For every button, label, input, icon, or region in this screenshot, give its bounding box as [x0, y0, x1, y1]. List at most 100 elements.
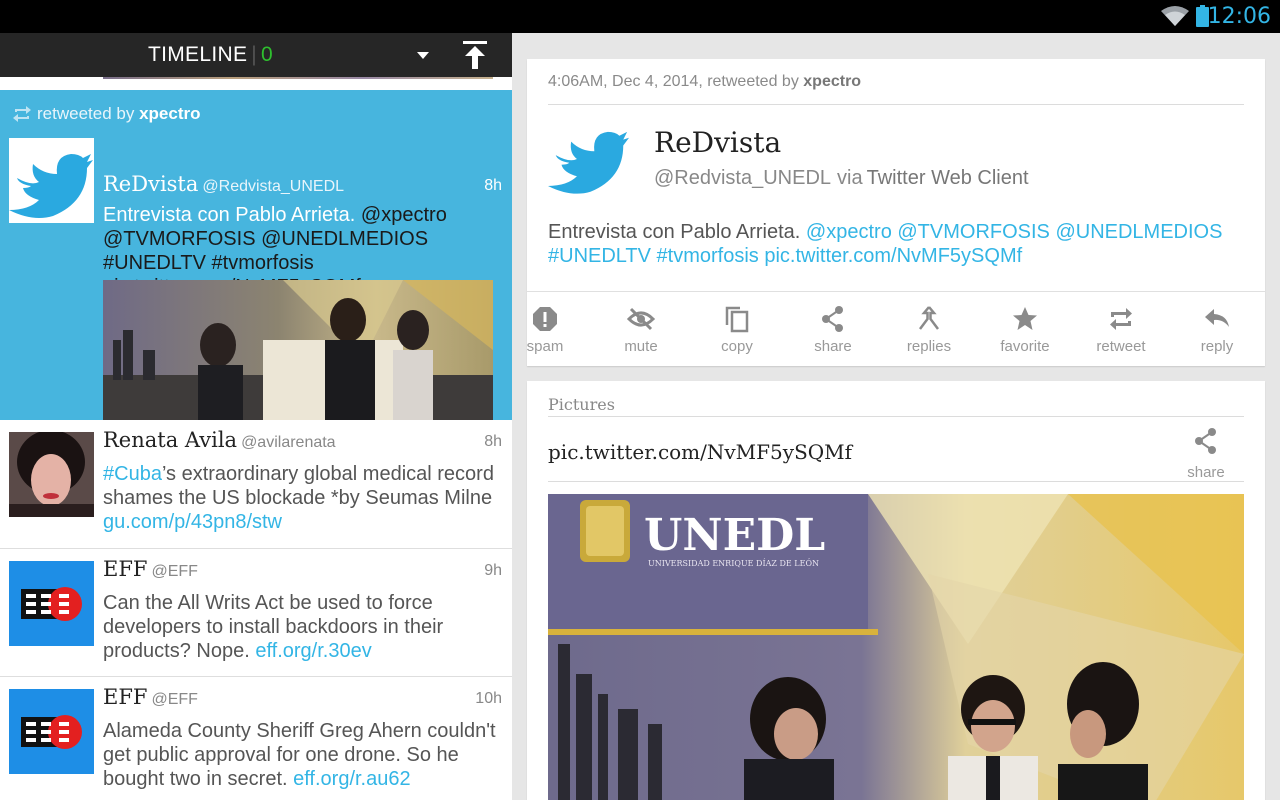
detail-avatar[interactable] [548, 115, 630, 200]
mute-label: mute [624, 338, 658, 355]
eff-logo-icon [9, 689, 94, 774]
copy-button[interactable]: copy [689, 292, 785, 367]
via-label: via [837, 167, 863, 189]
tweet-meta-retweeter[interactable]: xpectro [803, 73, 861, 90]
reply-button[interactable]: reply [1169, 292, 1265, 367]
twitter-bird-icon [548, 116, 630, 199]
mute-button[interactable]: mute [593, 292, 689, 367]
previous-tweet-image-edge [103, 77, 493, 79]
tweet-text-plain: ’s extraordinary global medical record s… [103, 463, 494, 509]
tweet-author[interactable]: EFF @EFF [103, 557, 198, 581]
tweet-detail-card: 4:06AM, Dec 4, 2014, retweeted by xpectr… [527, 59, 1265, 366]
replies-icon [919, 306, 939, 330]
picture-share-button[interactable]: share [1186, 427, 1226, 481]
interview-photo [103, 280, 493, 440]
share-button[interactable]: share [785, 292, 881, 367]
replies-label: replies [906, 338, 952, 355]
picture-link[interactable]: pic.twitter.com/NvMF5ySQMf [548, 440, 852, 464]
favorite-button[interactable]: favorite [977, 292, 1073, 367]
wifi-icon [1161, 6, 1189, 26]
tweet-author-name: ReDvista [103, 172, 199, 196]
share-icon [1195, 428, 1216, 454]
tweet-url-link[interactable]: eff.org/r.au62 [293, 768, 411, 790]
tweet-author-name: EFF [103, 685, 148, 709]
star-icon [1013, 307, 1037, 330]
tweet-url-link[interactable]: eff.org/r.30ev [255, 640, 371, 662]
spam-label: spam [526, 338, 564, 355]
reply-icon [1205, 309, 1229, 327]
picture-share-label: share [1187, 464, 1225, 481]
pictures-title: Pictures [548, 395, 615, 414]
tweet-text: Can the All Writs Act be used to force d… [103, 591, 503, 663]
timeline-title[interactable]: TIMELINE | 0 [148, 43, 273, 67]
action-bar: spam mute copy share replies favorite re… [527, 291, 1265, 366]
tweet-text: Alameda County Sheriff Greg Ahern couldn… [103, 719, 503, 791]
favorite-label: favorite [1000, 338, 1050, 355]
tweet-item[interactable]: Renata Avila @avilarenata 8h #Cuba’s extr… [0, 420, 512, 549]
client-name: Twitter Web Client [866, 167, 1029, 189]
user-photo [9, 432, 94, 517]
banner-text: UNEDL [644, 510, 825, 561]
avatar[interactable] [9, 138, 94, 223]
avatar[interactable] [9, 561, 94, 646]
tweet-handle: @EFF [151, 563, 198, 580]
detail-tweet-text: Entrevista con Pablo Arrieta. @xpectro @… [548, 220, 1248, 268]
pictures-card: Pictures pic.twitter.com/NvMF5ySQMf shar… [527, 381, 1265, 800]
tweet-item[interactable]: EFF @EFF 10h Alameda County Sheriff Greg … [0, 677, 512, 800]
retweeted-by-label: retweeted by [37, 104, 135, 123]
detail-text-plain: Entrevista con Pablo Arrieta. [548, 221, 806, 243]
tweet-handle: @Redvista_UNEDL [202, 178, 345, 195]
picture-full-image[interactable]: UNEDL UNIVERSIDAD ENRIQUE DÍAZ DE LEÓN [548, 494, 1244, 800]
tweet-author[interactable]: ReDvista @Redvista_UNEDL [103, 172, 344, 196]
detail-author-name[interactable]: ReDvista [654, 126, 781, 159]
tweet-author[interactable]: Renata Avila @avilarenata [103, 428, 336, 452]
retweeter-name[interactable]: xpectro [139, 104, 200, 123]
copy-icon [725, 306, 749, 333]
scroll-to-top-icon[interactable] [463, 41, 487, 69]
detail-handle[interactable]: @Redvista_UNEDL [654, 167, 831, 189]
tweet-item[interactable]: EFF @EFF 9h Can the All Writs Act be used… [0, 549, 512, 677]
tweet-author[interactable]: EFF @EFF [103, 685, 198, 709]
tweet-time: 8h [484, 433, 502, 450]
avatar[interactable] [9, 689, 94, 774]
banner-subtext: UNIVERSIDAD ENRIQUE DÍAZ DE LEÓN [648, 559, 819, 568]
tweet-text-plain: Entrevista con Pablo Arrieta. [103, 204, 361, 226]
copy-label: copy [721, 338, 753, 355]
retweet-button[interactable]: retweet [1073, 292, 1169, 367]
tweet-meta: 4:06AM, Dec 4, 2014, retweeted by xpectr… [548, 73, 861, 91]
divider [548, 416, 1244, 417]
divider [548, 104, 1244, 105]
tweet-author-name: Renata Avila [103, 428, 238, 452]
timeline-pane: TIMELINE | 0 retweeted by xpectro ReDvista… [0, 33, 512, 800]
tweet-meta-date: 4:06AM, Dec 4, 2014, retweeted by [548, 73, 799, 90]
divider [548, 481, 1244, 482]
timeline-header: TIMELINE | 0 [0, 33, 512, 77]
hashtag-link[interactable]: #Cuba [103, 463, 162, 485]
tweet-url-link[interactable]: gu.com/p/43pn8/stw [103, 511, 282, 533]
mute-icon [627, 307, 655, 331]
tweet-text: #Cuba’s extraordinary global medical rec… [103, 462, 503, 534]
spam-button[interactable]: spam [497, 292, 593, 367]
previous-tweet-strip [0, 77, 512, 90]
tweet-author-name: EFF [103, 557, 148, 581]
twitter-bird-icon [9, 138, 94, 223]
tweet-media-thumbnail[interactable] [103, 280, 493, 440]
timeline-dropdown-icon[interactable] [417, 52, 429, 59]
timeline-title-label: TIMELINE [148, 43, 248, 66]
eff-logo-icon [9, 561, 94, 646]
status-bar: 12:06 [0, 0, 1280, 33]
retweet-icon [1110, 308, 1132, 330]
tweet-handle: @EFF [151, 691, 198, 708]
retweet-label: retweet [1096, 338, 1146, 355]
detail-author-line: @Redvista_UNEDL via Twitter Web Client [654, 167, 1029, 190]
tweet-time: 10h [475, 690, 502, 707]
replies-button[interactable]: replies [881, 292, 977, 367]
retweet-icon [13, 106, 31, 122]
tweet-item-selected[interactable]: retweeted by xpectro ReDvista @Redvista_U… [0, 90, 512, 440]
clock: 12:06 [1207, 4, 1271, 29]
interview-photo: UNEDL UNIVERSIDAD ENRIQUE DÍAZ DE LEÓN [548, 494, 1244, 800]
share-label: share [814, 338, 852, 355]
avatar[interactable] [9, 432, 94, 517]
tweet-time: 8h [484, 177, 502, 194]
tweet-time: 9h [484, 562, 502, 579]
